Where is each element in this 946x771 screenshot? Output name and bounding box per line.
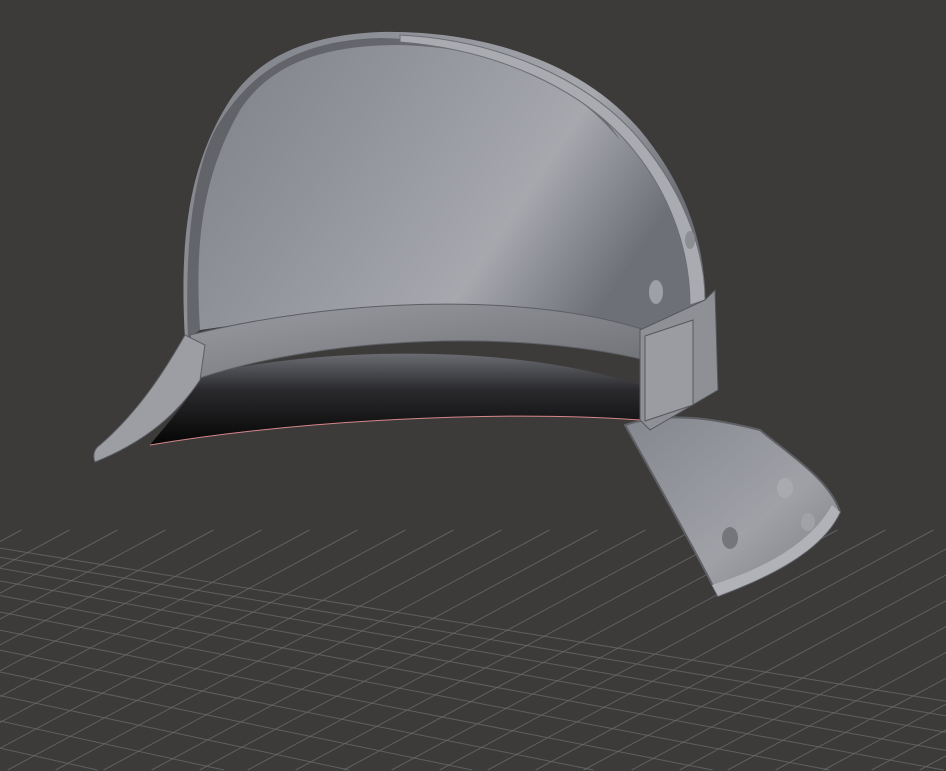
grid-line — [679, 626, 946, 771]
grid-line — [295, 529, 742, 771]
rivet — [649, 280, 663, 304]
grid-line — [0, 529, 310, 698]
3d-viewport[interactable] — [0, 0, 946, 771]
grid-line — [0, 529, 262, 672]
helmet-buckle — [644, 319, 694, 422]
grid-line — [727, 652, 946, 771]
grid-line — [199, 529, 646, 771]
grid-line — [55, 529, 502, 771]
rivet — [777, 478, 793, 498]
grid-line — [103, 529, 550, 771]
neck-guard — [623, 416, 842, 598]
viewport-canvas[interactable] — [0, 0, 946, 771]
grid-line — [0, 611, 830, 771]
rivet — [722, 527, 738, 549]
grid-line — [0, 671, 473, 771]
grid-line — [0, 720, 225, 771]
helmet-model[interactable] — [93, 31, 842, 598]
grid-line — [0, 580, 946, 751]
grid-line — [0, 556, 946, 717]
grid-line — [0, 529, 358, 723]
grid-line — [0, 629, 713, 771]
grid-line — [631, 600, 946, 771]
grid-line — [0, 529, 166, 620]
grid-line — [439, 529, 886, 771]
grid-line — [0, 595, 944, 771]
floor-grid — [0, 529, 946, 771]
rivet — [685, 231, 695, 249]
grid-line — [0, 529, 118, 594]
grid-line — [0, 529, 22, 542]
grid-line — [0, 529, 406, 749]
rivet — [801, 513, 815, 531]
grid-line — [0, 567, 946, 733]
